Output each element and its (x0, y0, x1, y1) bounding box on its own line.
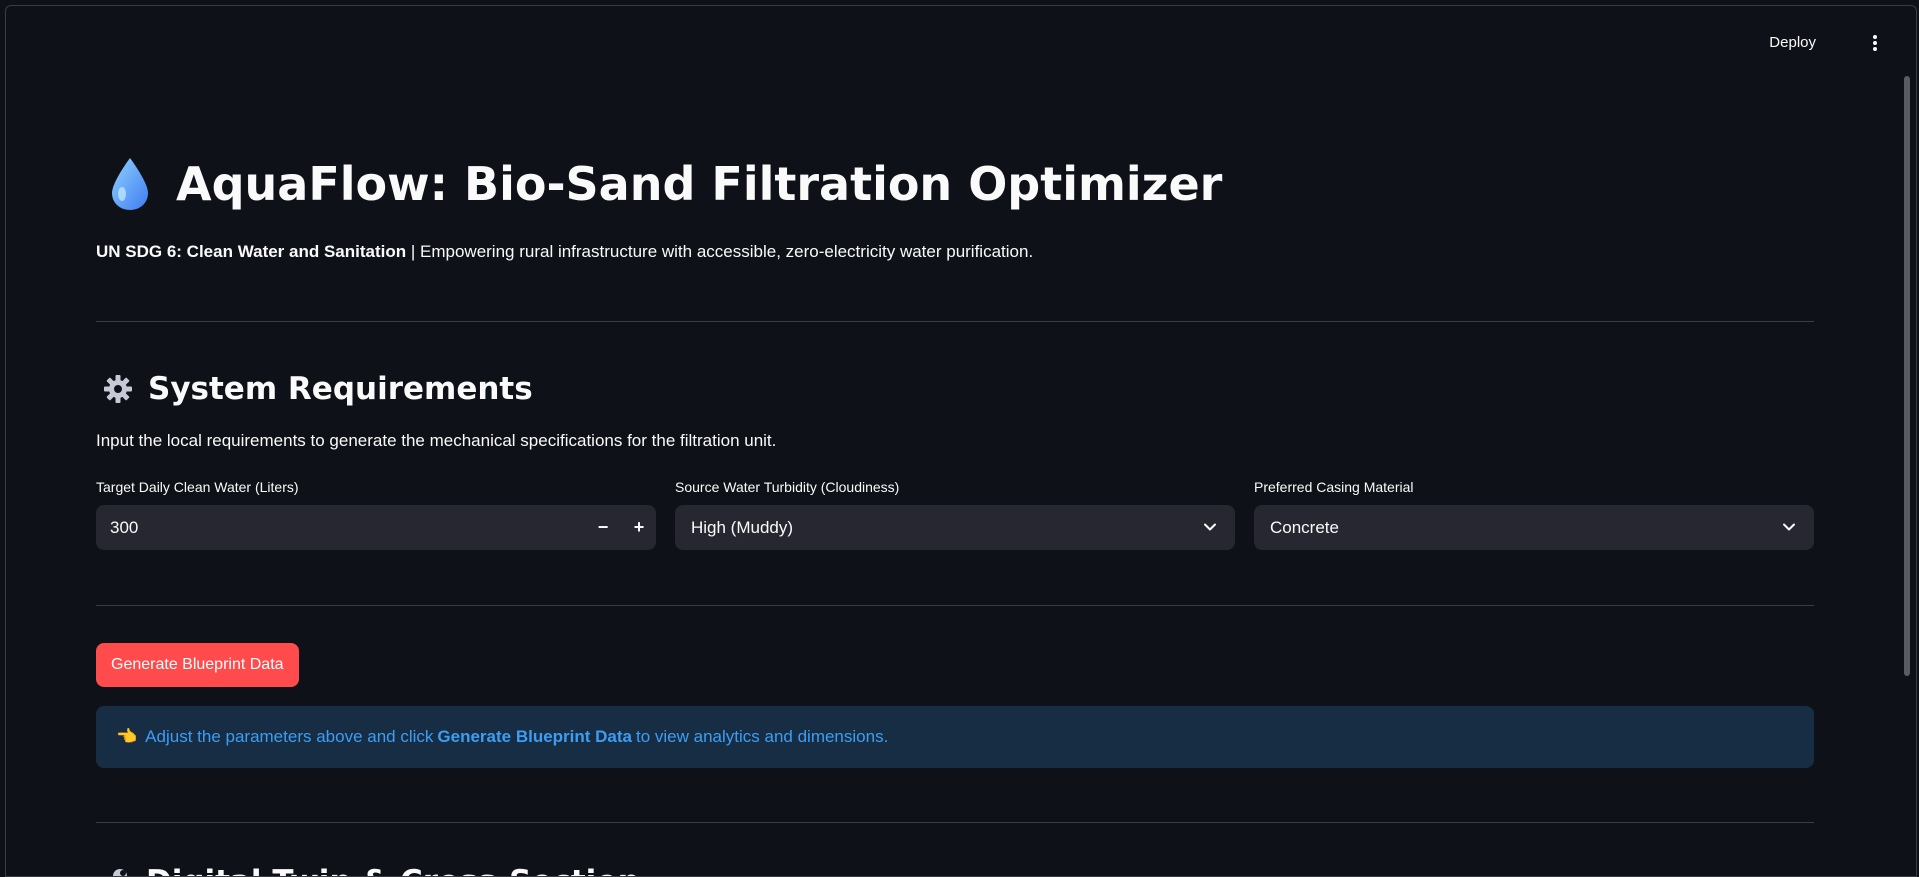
section-description: Input the local requirements to generate… (96, 431, 777, 450)
turbidity-value: High (Muddy) (691, 517, 794, 537)
page-subtitle: UN SDG 6: Clean Water and Sanitation | E… (96, 242, 1033, 262)
info-text-after: to view analytics and dimensions. (636, 727, 889, 746)
water-drop-icon (112, 158, 148, 210)
deploy-button[interactable]: Deploy (1769, 34, 1816, 51)
increment-button[interactable]: + (622, 505, 656, 550)
water-target-stepper: 300 − + (96, 505, 656, 550)
divider (96, 605, 1814, 606)
material-select[interactable]: Concrete (1254, 505, 1814, 550)
section-heading-text: System Requirements (148, 371, 533, 407)
chevron-down-icon (1204, 523, 1216, 531)
info-alert: 👈 Adjust the parameters above and click … (96, 706, 1814, 768)
app-window: Deploy AquaFlow: Bio-Sand Filtration Opt… (5, 5, 1917, 877)
kebab-menu-icon[interactable] (1872, 35, 1878, 53)
chevron-down-icon (1783, 523, 1795, 531)
pointing-hand-icon: 👈 (116, 727, 138, 746)
section-heading-text: Digital Twin & Cross-Section (146, 864, 640, 876)
gear-icon (104, 375, 132, 403)
material-label: Preferred Casing Material (1254, 479, 1414, 495)
turbidity-select[interactable]: High (Muddy) (675, 505, 1235, 550)
info-text-bold: Generate Blueprint Data (437, 727, 632, 746)
subtitle-bold: UN SDG 6: Clean Water and Sanitation (96, 242, 407, 261)
divider (96, 822, 1814, 823)
water-target-label: Target Daily Clean Water (Liters) (96, 479, 299, 495)
turbidity-label: Source Water Turbidity (Cloudiness) (675, 479, 900, 495)
generate-blueprint-button[interactable]: Generate Blueprint Data (96, 643, 299, 687)
material-value: Concrete (1270, 517, 1339, 537)
water-target-input[interactable]: 300 (110, 518, 138, 538)
section-heading-requirements: System Requirements (96, 371, 533, 407)
page-title-text: AquaFlow: Bio-Sand Filtration Optimizer (176, 157, 1223, 211)
subtitle-text: | Empowering rural infrastructure with a… (406, 242, 1034, 261)
wrench-icon (113, 869, 127, 876)
page-title: AquaFlow: Bio-Sand Filtration Optimizer (96, 156, 1222, 212)
divider (96, 321, 1814, 322)
top-toolbar: Deploy (1616, 6, 1916, 66)
section-heading-digital-twin: Digital Twin & Cross-Section (96, 864, 640, 876)
decrement-button[interactable]: − (586, 505, 620, 550)
info-text-before: Adjust the parameters above and click (145, 727, 434, 746)
scrollbar[interactable] (1904, 76, 1910, 676)
